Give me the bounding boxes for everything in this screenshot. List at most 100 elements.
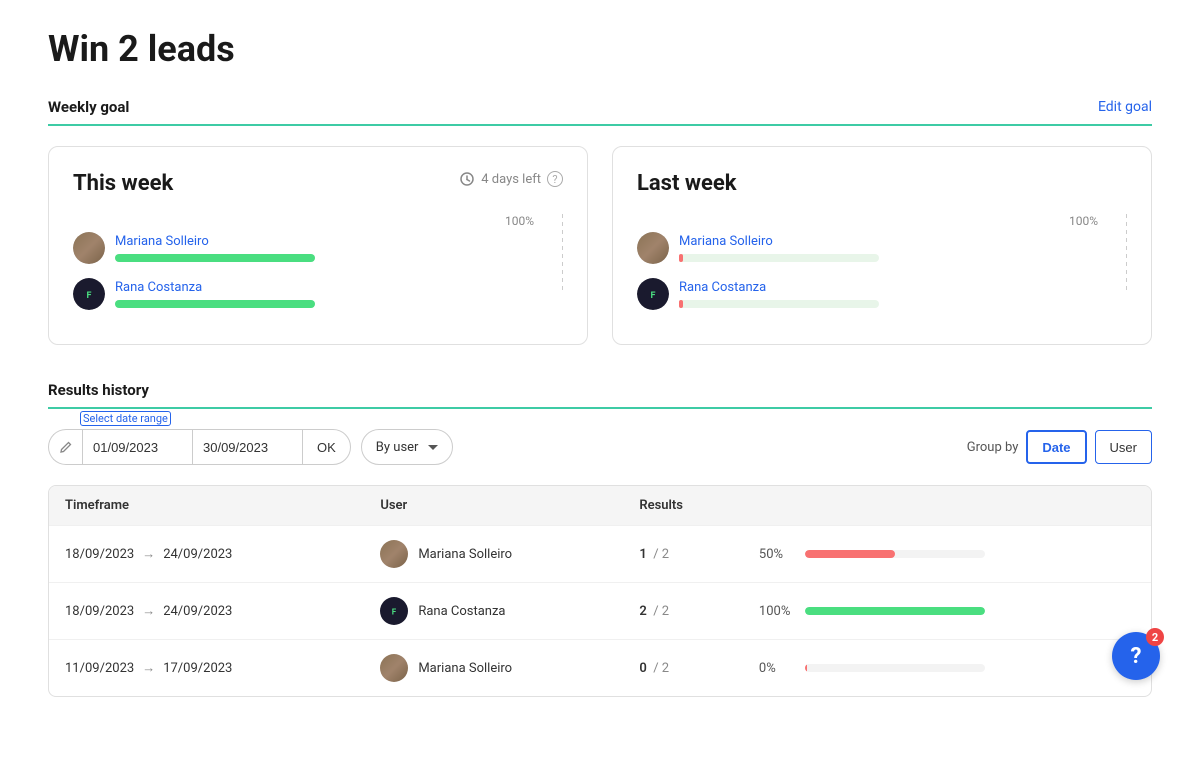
bar-fill-2 (805, 607, 985, 615)
arrow-right-icon-2: → (142, 603, 155, 619)
user-cell-2: F Rana Costanza (364, 583, 623, 640)
group-by-user-btn[interactable]: User (1095, 430, 1152, 464)
table-row: 18/09/2023 → 24/09/2023 F Rana Costanza (49, 583, 1151, 640)
this-week-card: This week 4 days left ? (48, 146, 588, 345)
help-button[interactable]: ? 2 (1112, 632, 1160, 680)
col-header-bar (743, 486, 1151, 526)
col-header-user: User (364, 486, 623, 526)
avatar-mariana-this-week (73, 232, 105, 264)
last-week-card-header: Last week (637, 171, 1127, 214)
table-body: 18/09/2023 → 24/09/2023 Mariana Solleiro (49, 526, 1151, 697)
progress-bar-mariana-this-week (115, 254, 315, 262)
by-user-label: By user (376, 440, 419, 455)
avatar-mariana-row1 (380, 540, 408, 568)
table-row: 18/09/2023 → 24/09/2023 Mariana Solleiro (49, 526, 1151, 583)
weekly-goal-title: Weekly goal (48, 98, 129, 116)
avatar-rana-row2: F (380, 597, 408, 625)
last-week-user-row-2: F Rana Costanza (637, 278, 1106, 310)
last-week-dashed-line (1126, 214, 1127, 294)
last-week-card-inner: Last week 100% Mariana Solleiro (637, 171, 1127, 324)
days-left-meta: 4 days left ? (459, 171, 563, 187)
help-button-label: ? (1131, 644, 1142, 669)
date-end-input[interactable] (192, 429, 302, 465)
table-row: 11/09/2023 → 17/09/2023 Mariana Solleiro (49, 640, 1151, 697)
user-info-rana-last-week: Rana Costanza (679, 280, 1106, 308)
user-cell-1: Mariana Solleiro (364, 526, 623, 583)
this-week-progress-section: 100% Mariana Solleiro (73, 214, 563, 324)
this-week-percent-label: 100% (73, 214, 542, 228)
progress-fill-mariana-this-week (115, 254, 315, 262)
this-week-card-inner: This week 4 days left ? (73, 171, 563, 324)
date-start-input[interactable] (82, 429, 192, 465)
last-week-progress-section: 100% Mariana Solleiro (637, 214, 1127, 324)
bar-cell-1: 50% (743, 526, 1151, 583)
this-week-user-row-1: Mariana Solleiro (73, 232, 542, 264)
this-week-user-row-2: F Rana Costanza (73, 278, 542, 310)
this-week-progress-area: 100% Mariana Solleiro (73, 214, 542, 324)
last-week-percent-label: 100% (637, 214, 1106, 228)
progress-fill-rana-this-week (115, 300, 315, 308)
table-header: Timeframe User Results (49, 486, 1151, 526)
group-by-label: Group by (967, 440, 1019, 455)
last-week-title: Last week (637, 171, 737, 196)
bar-fill-1 (805, 550, 895, 558)
col-header-results: Results (623, 486, 743, 526)
results-cell-1: 1 / 2 (623, 526, 743, 583)
last-week-card: Last week 100% Mariana Solleiro (612, 146, 1152, 345)
progress-fill-mariana-last-week (679, 254, 683, 262)
page-title: Win 2 leads (48, 28, 1152, 70)
user-info-rana-this-week: Rana Costanza (115, 280, 542, 308)
user-info-mariana-last-week: Mariana Solleiro (679, 234, 1106, 262)
by-user-select[interactable]: By user (361, 429, 454, 465)
timeframe-cell-3: 11/09/2023 → 17/09/2023 (49, 640, 364, 697)
bar-outer-1 (805, 550, 985, 558)
avatar-rana-this-week: F (73, 278, 105, 310)
chevron-down-icon (428, 445, 438, 450)
results-table-wrap: Timeframe User Results 18/09/2023 → (48, 485, 1152, 697)
avatar-rana-last-week: F (637, 278, 669, 310)
results-history-header: Results history (48, 381, 1152, 409)
results-table: Timeframe User Results 18/09/2023 → (49, 486, 1151, 696)
this-week-card-header: This week 4 days left ? (73, 171, 563, 214)
user-name-rana-last-week: Rana Costanza (679, 280, 1106, 295)
progress-bar-mariana-last-week (679, 254, 879, 262)
ok-button[interactable]: OK (302, 429, 351, 465)
bar-outer-2 (805, 607, 985, 615)
user-info-mariana-this-week: Mariana Solleiro (115, 234, 542, 262)
bar-outer-3 (805, 664, 985, 672)
arrow-right-icon-3: → (142, 660, 155, 676)
weekly-goal-section-header: Weekly goal Edit goal (48, 98, 1152, 126)
timeframe-cell-2: 18/09/2023 → 24/09/2023 (49, 583, 364, 640)
date-edit-icon-btn[interactable] (48, 429, 82, 465)
svg-text:F: F (392, 608, 397, 617)
bar-cell-3: 0% (743, 640, 1151, 697)
timeframe-cell: 18/09/2023 → 24/09/2023 (49, 526, 364, 583)
user-name-mariana-this-week: Mariana Solleiro (115, 234, 542, 249)
pencil-icon (59, 441, 72, 454)
group-by-row: Group by Date User (967, 430, 1152, 464)
col-header-timeframe: Timeframe (49, 486, 364, 526)
this-week-title: This week (73, 171, 173, 196)
user-name-rana-this-week: Rana Costanza (115, 280, 542, 295)
last-week-progress-area: 100% Mariana Solleiro (637, 214, 1106, 324)
user-name-mariana-last-week: Mariana Solleiro (679, 234, 1106, 249)
group-by-date-btn[interactable]: Date (1026, 430, 1086, 464)
svg-text:F: F (87, 291, 92, 301)
svg-text:F: F (651, 291, 656, 301)
results-cell-3: 0 / 2 (623, 640, 743, 697)
edit-goal-link[interactable]: Edit goal (1098, 99, 1152, 115)
avatar-mariana-row3 (380, 654, 408, 682)
help-icon[interactable]: ? (547, 171, 563, 187)
date-range-wrapper: Select date range OK (48, 429, 351, 465)
avatar-mariana-last-week (637, 232, 669, 264)
this-week-dashed-line (562, 214, 563, 294)
last-week-user-row-1: Mariana Solleiro (637, 232, 1106, 264)
days-left-text: 4 days left (481, 172, 541, 187)
notification-badge: 2 (1146, 628, 1164, 646)
results-history-section: Results history Select date range OK By … (48, 381, 1152, 697)
results-cell-2: 2 / 2 (623, 583, 743, 640)
date-range-label: Select date range (80, 411, 171, 426)
results-history-title: Results history (48, 381, 149, 399)
table-header-row: Timeframe User Results (49, 486, 1151, 526)
page-container: Win 2 leads Weekly goal Edit goal This w… (0, 0, 1200, 757)
